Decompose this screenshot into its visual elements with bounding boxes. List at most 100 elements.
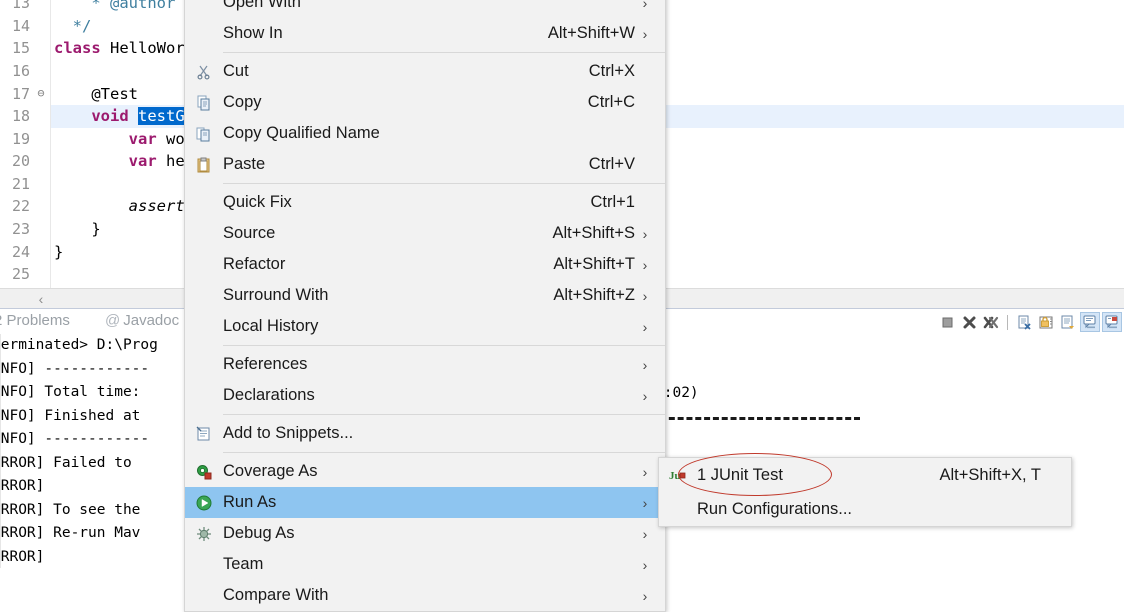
copy-qualified-name-icon <box>185 118 223 149</box>
fold-marker-icon[interactable]: ⊖ <box>34 82 48 105</box>
submenu-item-run-configurations[interactable]: Run Configurations... › <box>659 492 1071 526</box>
chevron-right-icon: › <box>642 256 648 273</box>
cut-icon <box>185 56 223 87</box>
code-token: HelloWor <box>110 39 185 58</box>
arrow-spacer: › <box>635 64 655 80</box>
chevron-right-icon: › <box>642 587 648 604</box>
arrow-spacer: › <box>635 426 655 442</box>
tab-javadoc[interactable]: @ Javadoc <box>105 312 179 329</box>
console-line-text: ERROR] Failed to <box>0 454 132 471</box>
menu-item-shortcut: Ctrl+1 <box>590 193 635 211</box>
code-text: @Test <box>48 83 138 106</box>
menu-item-label: Open With <box>223 0 301 11</box>
code-text: var wo <box>48 128 185 151</box>
arrow-spacer: › <box>1041 467 1061 483</box>
code-text: class HelloWor <box>48 37 185 60</box>
menu-item-declarations[interactable]: Declarations › <box>185 380 665 411</box>
pin-console-icon[interactable] <box>1080 312 1100 332</box>
console-line-text: INFO] ------------ <box>0 360 150 377</box>
chevron-right-icon: › <box>642 494 648 511</box>
menu-item-references[interactable]: References › <box>185 349 665 380</box>
menu-item-coverage-as[interactable]: Coverage As › <box>185 456 665 487</box>
menu-item-label: Refactor <box>223 255 286 273</box>
menu-item-label: 1 JUnit Test <box>697 465 783 484</box>
run-icon <box>185 487 223 518</box>
menu-item-open-with[interactable]: Open With › <box>185 0 665 18</box>
menu-item-cut[interactable]: Cut Ctrl+X› <box>185 56 665 87</box>
terminate-icon[interactable] <box>937 312 957 332</box>
menu-item-team[interactable]: Team › <box>185 549 665 580</box>
menu-item-run-as[interactable]: Run As › <box>185 487 665 518</box>
toolbar-separator <box>1007 314 1008 330</box>
scroll-left-arrow-icon[interactable]: ‹ <box>32 291 50 307</box>
chevron-right-icon: › <box>642 0 648 11</box>
menu-item-label: Copy <box>223 93 262 111</box>
submenu-item-junit-test[interactable]: Ju 1 JUnit Test Alt+Shift+X, T› <box>659 458 1071 492</box>
menu-item-compare-with[interactable]: Compare With › <box>185 580 665 611</box>
menu-item-label: Copy Qualified Name <box>223 124 380 142</box>
menu-item-copy-qualified-name[interactable]: Copy Qualified Name › <box>185 118 665 149</box>
console-toolbar[interactable] <box>937 311 1122 333</box>
no-icon <box>185 549 223 580</box>
no-icon <box>185 580 223 611</box>
menu-item-copy[interactable]: Copy Ctrl+C› <box>185 87 665 118</box>
copy-icon <box>185 87 223 118</box>
console-line-text: terminated> D:\Prog <box>0 337 158 353</box>
code-text: void testG <box>48 105 185 128</box>
open-console-icon[interactable] <box>1102 312 1122 332</box>
run-as-submenu[interactable]: Ju 1 JUnit Test Alt+Shift+X, T› Run Configu… <box>658 457 1072 527</box>
no-icon <box>659 494 697 525</box>
code-text: } <box>48 218 100 241</box>
code-text: var he <box>48 150 185 173</box>
menu-item-label: Team <box>223 555 264 573</box>
chevron-right-icon: › <box>642 525 648 542</box>
chevron-right-icon: › <box>642 25 648 42</box>
chevron-right-icon: › <box>642 556 648 573</box>
menu-separator <box>223 414 665 415</box>
tab-javadoc-label: Javadoc <box>123 312 180 329</box>
menu-item-label: Compare With <box>223 586 329 604</box>
no-icon <box>185 349 223 380</box>
remove-launch-icon[interactable] <box>959 312 979 332</box>
clear-console-icon[interactable] <box>1014 312 1034 332</box>
console-line-text: INFO] Finished at <box>0 407 141 424</box>
javadoc-at-icon: @ <box>105 312 121 329</box>
console-line-text: ERROR] To see the <box>0 501 141 518</box>
no-icon <box>185 311 223 342</box>
menu-separator <box>223 52 665 53</box>
menu-item-debug-as[interactable]: Debug As › <box>185 518 665 549</box>
chevron-right-icon: › <box>642 318 648 335</box>
code-token: he <box>165 152 185 171</box>
console-line-text: INFO] Total time: <box>0 384 141 400</box>
code-text: */ <box>48 15 92 38</box>
menu-separator <box>223 183 665 184</box>
line-number: 13 <box>11 0 30 12</box>
context-menu[interactable]: Open With›Show InAlt+Shift+W›CutCtrl+X›C… <box>184 0 666 612</box>
menu-item-refactor[interactable]: Refactor Alt+Shift+T › <box>185 249 665 280</box>
line-number: 24 <box>11 242 30 261</box>
svg-text:Ju: Ju <box>669 470 681 482</box>
menu-item-show-in[interactable]: Show In Alt+Shift+W › <box>185 18 665 49</box>
menu-item-label: Surround With <box>223 286 329 304</box>
menu-item-add-to-snippets[interactable]: Add to Snippets... › <box>185 418 665 449</box>
word-wrap-icon[interactable] <box>1058 312 1078 332</box>
menu-item-label: Quick Fix <box>223 193 292 211</box>
code-token: testG <box>138 106 185 125</box>
menu-item-paste[interactable]: Paste Ctrl+V› <box>185 149 665 180</box>
line-number: 17 <box>11 85 30 104</box>
scroll-lock-icon[interactable] <box>1036 312 1056 332</box>
remove-all-terminated-icon[interactable] <box>981 312 1001 332</box>
no-icon <box>185 280 223 311</box>
tab-problems[interactable]: 2 Problems <box>0 312 70 329</box>
menu-item-surround-with[interactable]: Surround With Alt+Shift+Z › <box>185 280 665 311</box>
line-number: 18 <box>11 106 30 125</box>
menu-item-source[interactable]: Source Alt+Shift+S › <box>185 218 665 249</box>
menu-item-quick-fix[interactable]: Quick Fix Ctrl+1› <box>185 187 665 218</box>
no-icon <box>185 0 223 18</box>
menu-item-shortcut: Alt+Shift+X, T <box>939 465 1042 484</box>
menu-item-shortcut: Alt+Shift+W <box>547 24 635 42</box>
menu-item-local-history[interactable]: Local History › <box>185 311 665 342</box>
chevron-right-icon: › <box>642 356 648 373</box>
chevron-right-icon: › <box>642 287 648 304</box>
code-text: } <box>48 241 63 264</box>
